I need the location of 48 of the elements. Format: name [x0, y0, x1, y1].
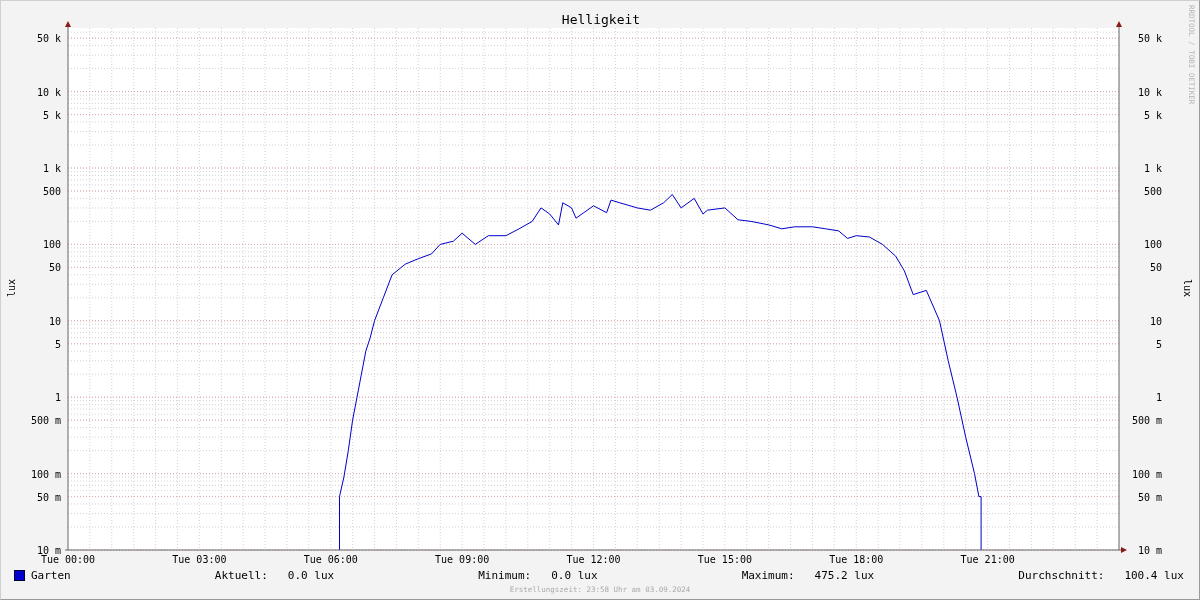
stat-value: 0.0 lux	[551, 569, 598, 582]
x-tick-label: Tue 03:00	[172, 554, 227, 565]
y-tick-label: 10 m	[36, 545, 61, 556]
x-tick-label: Tue 12:00	[566, 554, 621, 565]
x-tick-label: Tue 06:00	[303, 554, 358, 565]
stat-value: 100.4 lux	[1124, 569, 1184, 582]
y-axis-label: lux	[1182, 278, 1193, 298]
x-tick-label: Tue 21:00	[960, 554, 1015, 565]
y-tick-label: 50 k	[1137, 33, 1162, 45]
y-tick-label: 1	[54, 392, 61, 404]
y-tick-label: 10	[1149, 315, 1162, 327]
y-tick-label: 50 k	[36, 33, 61, 45]
stat-label: Maximum:	[741, 569, 795, 582]
y-tick-label: 10	[48, 315, 61, 327]
y-tick-label: 10 k	[1137, 86, 1162, 98]
y-tick-label: 100 m	[1131, 468, 1162, 480]
y-tick-label: 5 k	[1143, 109, 1162, 121]
x-tick-label: Tue 09:00	[435, 554, 490, 565]
y-tick-label: 1 k	[42, 163, 61, 174]
y-tick-label: 5	[54, 338, 61, 350]
y-tick-label: 500	[1143, 186, 1162, 197]
stat-value: 475.2 lux	[814, 569, 875, 582]
y-tick-label: 5	[1155, 338, 1162, 350]
x-tick-label: Tue 00:00	[40, 554, 96, 565]
stat-value: 0.0 lux	[287, 569, 335, 582]
stat-label: Durchschnitt:	[1018, 569, 1105, 582]
y-tick-label: 50 m	[36, 491, 61, 503]
legend-label: Garten	[31, 569, 71, 582]
x-tick-label: Tue 15:00	[697, 554, 752, 565]
y-tick-label: 10 k	[36, 86, 61, 98]
stat-label: Aktuell:	[214, 569, 268, 582]
y-tick-label: 50	[48, 262, 61, 274]
chart-title: Helligkeit	[561, 12, 641, 27]
stat-label: Minimum:	[478, 569, 532, 582]
y-tick-label: 10 m	[1137, 545, 1162, 556]
y-tick-label: 1	[1155, 392, 1162, 404]
y-tick-label: 500 m	[30, 415, 61, 427]
y-tick-label: 50 m	[1137, 491, 1162, 503]
y-tick-label: 50	[1149, 262, 1162, 274]
y-axis-label: lux	[6, 278, 17, 298]
y-tick-label: 100	[42, 239, 61, 251]
y-tick-label: 100	[1143, 239, 1162, 251]
y-tick-label: 5 k	[42, 109, 61, 121]
y-tick-label: 500 m	[1131, 415, 1162, 427]
x-tick-label: Tue 18:00	[829, 554, 884, 565]
y-tick-label: 1 k	[1143, 163, 1162, 174]
y-tick-label: 500	[42, 186, 61, 197]
y-tick-label: 100 m	[30, 468, 61, 480]
